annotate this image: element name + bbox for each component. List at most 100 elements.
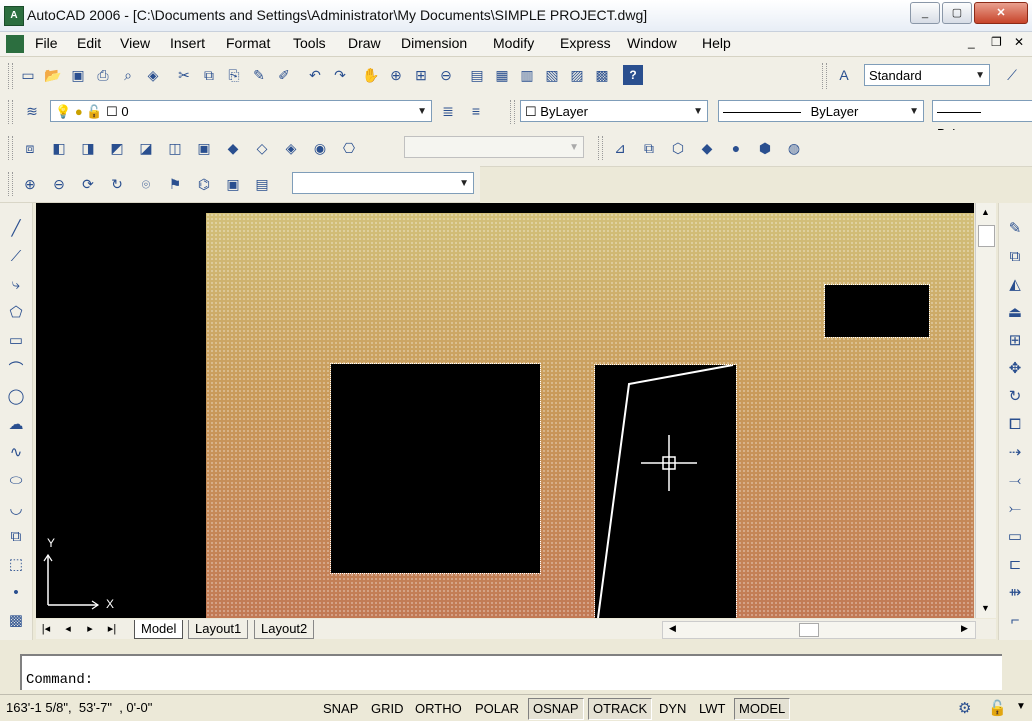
save-icon[interactable]: ▣ <box>68 65 88 85</box>
scroll-left-icon[interactable]: ◀ <box>669 623 676 634</box>
color-combo[interactable]: ☐ ByLayer ▼ <box>520 100 708 122</box>
dyn-toggle[interactable]: DYN <box>654 698 691 720</box>
make-block-icon[interactable]: ⬚ <box>5 553 27 575</box>
ellipse-icon[interactable]: ⬭ <box>5 469 27 491</box>
menu-tools[interactable]: Tools <box>293 35 326 51</box>
zoom-previous-icon[interactable]: ⊖ <box>436 65 456 85</box>
toolbar-grip[interactable] <box>8 172 13 196</box>
close-button[interactable]: ✕ <box>974 2 1028 24</box>
line-icon[interactable]: ╱ <box>5 217 27 239</box>
box-icon[interactable]: ◧ <box>49 138 69 158</box>
slice-icon[interactable]: ◈ <box>281 138 301 158</box>
menu-insert[interactable]: Insert <box>170 35 205 51</box>
extend-icon[interactable]: ⤚ <box>1004 497 1026 519</box>
polygon-icon[interactable]: ⬠ <box>5 301 27 323</box>
menu-file[interactable]: File <box>35 35 58 51</box>
menu-window[interactable]: Window <box>627 35 677 51</box>
command-prompt[interactable]: Command: <box>26 672 93 688</box>
rectangle-icon[interactable]: ▭ <box>5 329 27 351</box>
hide-icon[interactable]: ⊿ <box>610 138 630 158</box>
match-properties-icon[interactable]: ✎ <box>249 65 269 85</box>
lights-icon[interactable]: ◆ <box>697 138 717 158</box>
autocad-app-icon[interactable]: A <box>4 6 24 26</box>
spline-icon[interactable]: ∿ <box>5 441 27 463</box>
fillet-icon[interactable]: ⌐ <box>1004 609 1026 631</box>
background-icon[interactable]: ◍ <box>784 138 804 158</box>
doc-close-button[interactable]: ✕ <box>1014 35 1024 49</box>
render-icon[interactable]: ⧉ <box>639 138 659 158</box>
vertical-scrollbar[interactable]: ▲ ▼ <box>975 203 996 618</box>
array-icon[interactable]: ⊞ <box>1004 329 1026 351</box>
horizontal-scrollbar[interactable]: ◀ ▶ <box>662 621 976 639</box>
help-icon[interactable]: ? <box>623 65 643 85</box>
move-icon[interactable]: ✥ <box>1004 357 1026 379</box>
layer-combo[interactable]: 💡 ● 🔓 ☐ 0 ▼ <box>50 100 432 122</box>
cone-icon[interactable]: ◪ <box>136 138 156 158</box>
zoom-window-icon[interactable]: ⊞ <box>411 65 431 85</box>
section-icon[interactable]: ◉ <box>310 138 330 158</box>
scenes-icon[interactable]: ⬡ <box>668 138 688 158</box>
vertical-scroll-thumb[interactable] <box>978 225 995 247</box>
sphere-icon[interactable]: ◫ <box>165 138 185 158</box>
design-center-icon[interactable]: ▦ <box>492 65 512 85</box>
make-layer-current-icon[interactable]: ≣ <box>438 101 458 121</box>
tool-palettes-icon[interactable]: ▥ <box>517 65 537 85</box>
free-orbit-icon[interactable]: ↻ <box>107 174 127 194</box>
copy-object-icon[interactable]: ⧉ <box>1004 245 1026 267</box>
shade-icon[interactable]: ⬢ <box>755 138 775 158</box>
plot-preview-icon[interactable]: ⌕ <box>118 65 138 85</box>
sheet-set-icon[interactable]: ▧ <box>542 65 562 85</box>
menu-help[interactable]: Help <box>702 35 731 51</box>
command-window[interactable]: Command: <box>20 654 1002 690</box>
block-editor-icon[interactable]: ✐ <box>274 65 294 85</box>
solids-combo[interactable]: ▼ <box>404 136 584 158</box>
toolbar-grip[interactable] <box>8 63 13 89</box>
communication-center-icon[interactable]: ⚙ <box>958 699 971 717</box>
minimize-button[interactable]: _ <box>910 2 940 24</box>
grid-toggle[interactable]: GRID <box>366 698 409 720</box>
polyline-icon[interactable]: ⤷ <box>5 273 27 295</box>
interfere-icon[interactable]: ⎔ <box>339 138 359 158</box>
stretch-icon[interactable]: ⇢ <box>1004 441 1026 463</box>
camera-icon[interactable]: ⌾ <box>136 174 156 194</box>
cut-icon[interactable]: ✂ <box>174 65 194 85</box>
menu-draw[interactable]: Draw <box>348 35 381 51</box>
insert-block-icon[interactable]: ⧉ <box>5 525 27 547</box>
linetype-combo[interactable]: ByLayer ▼ <box>718 100 924 122</box>
materials-icon[interactable]: ● <box>726 138 746 158</box>
join-icon[interactable]: ⊏ <box>1004 553 1026 575</box>
menu-modify[interactable]: Modify <box>493 35 534 51</box>
tab-layout1[interactable]: Layout1 <box>188 620 249 639</box>
menu-dimension[interactable]: Dimension <box>401 35 467 51</box>
text-style-icon[interactable]: A <box>834 65 854 85</box>
distance-icon[interactable]: ⌬ <box>194 174 214 194</box>
toolbar-lock-icon[interactable]: 🔓 <box>988 699 1007 717</box>
arc-icon[interactable]: ⌒ <box>5 357 27 379</box>
rotate-icon[interactable]: ↻ <box>1004 385 1026 407</box>
new-icon[interactable]: ▭ <box>18 65 38 85</box>
doc-minimize-button[interactable]: _ <box>968 35 975 49</box>
inquiry-combo[interactable]: ▼ <box>292 172 474 194</box>
break-icon[interactable]: ▭ <box>1004 525 1026 547</box>
properties-icon[interactable]: ▤ <box>467 65 487 85</box>
scale-icon[interactable]: ⧠ <box>1004 413 1026 435</box>
ortho-toggle[interactable]: ORTHO <box>410 698 467 720</box>
scroll-right-icon[interactable]: ▶ <box>961 623 968 634</box>
publish-icon[interactable]: ◈ <box>143 65 163 85</box>
otrack-toggle[interactable]: OTRACK <box>588 698 653 720</box>
cylinder-icon[interactable]: ◩ <box>107 138 127 158</box>
toolbar-grip[interactable] <box>822 63 827 89</box>
paste-icon[interactable]: ⎘ <box>224 65 244 85</box>
undo-icon[interactable]: ↶ <box>305 65 325 85</box>
snap-toggle[interactable]: SNAP <box>318 698 363 720</box>
zoom-realtime-icon[interactable]: ⊕ <box>386 65 406 85</box>
status-menu-chevron-down-icon[interactable]: ▼ <box>1016 701 1026 712</box>
zoom-out-icon[interactable]: ⊖ <box>49 174 69 194</box>
polar-toggle[interactable]: POLAR <box>470 698 524 720</box>
quickcalc-icon[interactable]: ▩ <box>592 65 612 85</box>
offset-icon[interactable]: ⏏ <box>1004 301 1026 323</box>
construction-line-icon[interactable]: ⟋ <box>5 245 27 267</box>
revision-cloud-icon[interactable]: ☁ <box>5 413 27 435</box>
menu-edit[interactable]: Edit <box>77 35 101 51</box>
osnap-toggle[interactable]: OSNAP <box>528 698 584 720</box>
